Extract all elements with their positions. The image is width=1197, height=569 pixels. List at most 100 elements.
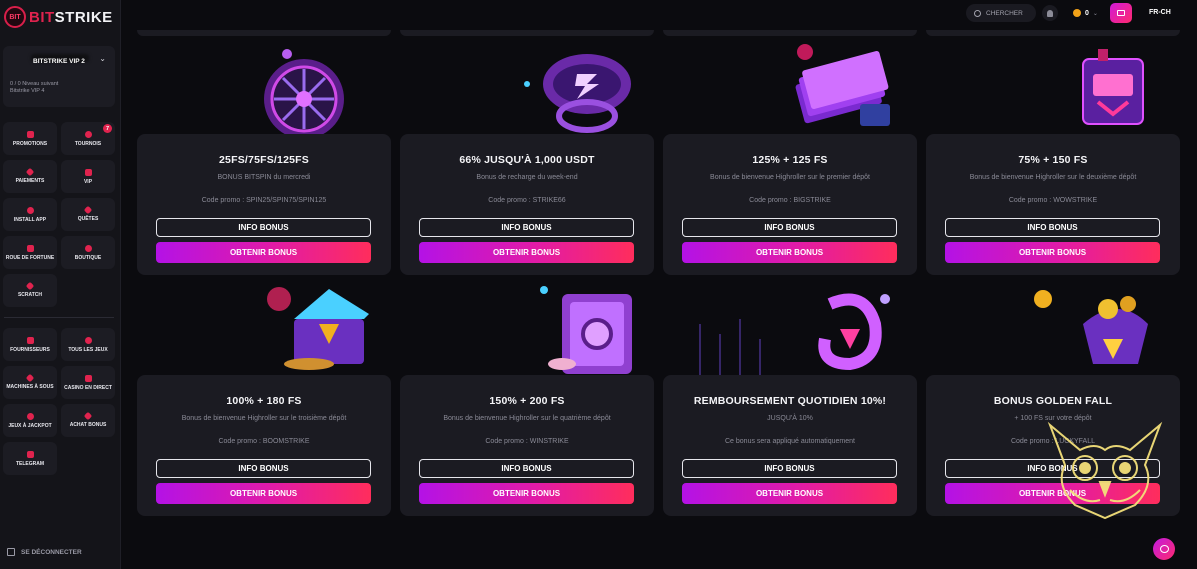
sidebar-item-qu-tes[interactable]: QUÊTES bbox=[61, 198, 115, 231]
language-selector[interactable]: FR-CH bbox=[1149, 9, 1171, 16]
vip-name: BITSTRIKE VIP 2 bbox=[33, 58, 85, 65]
bonus-artwork bbox=[154, 284, 374, 378]
sidebar-item-tous-les-jeux[interactable]: TOUS LES JEUX bbox=[61, 328, 115, 361]
get-bonus-button[interactable]: OBTENIR BONUS bbox=[945, 242, 1160, 263]
chevron-down-icon[interactable]: ⌄ bbox=[99, 54, 106, 63]
bell-icon bbox=[1047, 9, 1053, 17]
sidebar-item-fournisseurs[interactable]: FOURNISSEURS bbox=[3, 328, 57, 361]
owl-watermark bbox=[1047, 421, 1163, 520]
bonus-subtitle: JUSQU'À 10% bbox=[767, 415, 813, 422]
sidebar-item-label: JEUX À JACKPOT bbox=[8, 422, 52, 429]
balance-selector[interactable]: 0 ⌄ bbox=[1068, 4, 1104, 22]
promo-code: Code promo : WOWSTRIKE bbox=[1008, 197, 1098, 204]
chevron-down-icon: ⌄ bbox=[1092, 10, 1098, 17]
sidebar-item-label: CASINO EN DIRECT bbox=[64, 384, 112, 391]
get-bonus-button[interactable]: OBTENIR BONUS bbox=[156, 242, 371, 263]
get-bonus-button[interactable]: OBTENIR BONUS bbox=[682, 242, 897, 263]
vip-card[interactable]: BITSTRIKE VIP 2 ⌄ 0 / 0 Niveau suivant B… bbox=[3, 46, 115, 107]
site-logo[interactable]: BIT BITSTRIKE bbox=[4, 6, 113, 28]
bonus-card: REMBOURSEMENT QUOTIDIEN 10%! JUSQU'À 10% C… bbox=[663, 375, 917, 516]
notifications-button[interactable] bbox=[1042, 5, 1058, 21]
sidebar-item-label: VIP bbox=[83, 178, 93, 185]
sidebar-item-casino-en-direct[interactable]: CASINO EN DIRECT bbox=[61, 366, 115, 399]
sidebar-item-roue-de-fortune[interactable]: ROUE DE FORTUNE bbox=[3, 236, 57, 269]
vip-level-info: 0 / 0 Niveau suivant Bitstrike VIP 4 bbox=[10, 81, 59, 94]
get-bonus-button[interactable]: OBTENIR BONUS bbox=[419, 242, 634, 263]
logo-text: BITSTRIKE bbox=[29, 8, 113, 26]
sidebar-item-telegram[interactable]: TELEGRAM bbox=[3, 442, 57, 475]
info-bonus-button[interactable]: INFO BONUS bbox=[419, 218, 634, 237]
balance-value: 0 bbox=[1085, 9, 1089, 17]
bonus-artwork bbox=[943, 284, 1163, 378]
get-bonus-button[interactable]: OBTENIR BONUS bbox=[156, 483, 371, 504]
info-bonus-button[interactable]: INFO BONUS bbox=[419, 459, 634, 478]
bonus-artwork bbox=[154, 44, 374, 138]
promo-code: Ce bonus sera appliqué automatiquement bbox=[725, 438, 855, 445]
bonus-title: 125% + 125 FS bbox=[752, 154, 828, 166]
sidebar-item-label: INSTALL APP bbox=[13, 216, 47, 223]
card-edge bbox=[926, 30, 1180, 36]
sidebar-item-scratch[interactable]: SCRATCH bbox=[3, 274, 57, 307]
bonus-artwork bbox=[680, 284, 900, 378]
bonus-artwork bbox=[417, 44, 637, 138]
gift-icon bbox=[26, 130, 34, 138]
bonus-subtitle: Bonus de bienvenue Highroller sur le pre… bbox=[710, 174, 870, 181]
sidebar-item-label: ACHAT BONUS bbox=[69, 422, 107, 428]
bonus-subtitle: Bonus de recharge du week-end bbox=[476, 174, 578, 181]
logout-icon bbox=[7, 548, 15, 556]
bonus-card: 100% + 180 FS Bonus de bienvenue Highroll… bbox=[137, 375, 391, 516]
info-bonus-button[interactable]: INFO BONUS bbox=[945, 218, 1160, 237]
info-bonus-button[interactable]: INFO BONUS bbox=[682, 459, 897, 478]
get-bonus-button[interactable]: OBTENIR BONUS bbox=[682, 483, 897, 504]
wallet-icon bbox=[25, 167, 35, 177]
bonus-title: BONUS GOLDEN FALL bbox=[993, 395, 1113, 407]
sidebar-item-label: TOURNOIS bbox=[74, 140, 102, 147]
sidebar-item-label: SCRATCH bbox=[17, 292, 43, 298]
get-bonus-button[interactable]: OBTENIR BONUS bbox=[419, 483, 634, 504]
sidebar-item-jeux-jackpot[interactable]: JEUX À JACKPOT bbox=[3, 404, 57, 437]
sidebar-item-tournois[interactable]: TOURNOIS 7 bbox=[61, 122, 115, 155]
sidebar-item-boutique[interactable]: BOUTIQUE bbox=[61, 236, 115, 269]
bonus-artwork bbox=[943, 44, 1163, 138]
sidebar-item-paiements[interactable]: PAIEMENTS bbox=[3, 160, 57, 193]
promo-code: Code promo : WINSTRIKE bbox=[485, 438, 569, 445]
sidebar-item-label: BOUTIQUE bbox=[74, 254, 102, 261]
coin-icon bbox=[1073, 9, 1081, 17]
info-bonus-button[interactable]: INFO BONUS bbox=[682, 218, 897, 237]
crown-icon bbox=[84, 168, 92, 176]
bonus-title: 75% + 150 FS bbox=[1018, 154, 1088, 166]
wheel-icon bbox=[26, 244, 34, 252]
info-bonus-button[interactable]: INFO BONUS bbox=[156, 218, 371, 237]
sidebar-item-vip[interactable]: VIP bbox=[61, 160, 115, 193]
bonus-subtitle: BONUS BITSPIN du mercredi bbox=[217, 174, 311, 181]
sidebar: BIT BITSTRIKE BITSTRIKE VIP 2 ⌄ 0 / 0 Ni… bbox=[0, 0, 121, 569]
bonus-subtitle: Bonus de bienvenue Highroller sur le qua… bbox=[443, 415, 611, 422]
promo-code: Code promo : BIGSTRIKE bbox=[749, 197, 831, 204]
bonus-subtitle: Bonus de bienvenue Highroller sur le tro… bbox=[181, 415, 347, 422]
sidebar-item-label: PROMOTIONS bbox=[12, 140, 48, 147]
bonus-title: 100% + 180 FS bbox=[226, 395, 302, 407]
wallet-icon bbox=[1117, 10, 1125, 16]
wallet-button[interactable] bbox=[1110, 3, 1132, 23]
card-edge bbox=[663, 30, 917, 36]
sidebar-item-install-app[interactable]: INSTALL APP bbox=[3, 198, 57, 231]
bonus-title: 25FS/75FS/125FS bbox=[219, 154, 309, 166]
download-icon bbox=[26, 206, 34, 214]
logout-button[interactable]: SE DÉCONNECTER bbox=[7, 548, 82, 556]
promo-code: Code promo : BOOMSTRIKE bbox=[218, 438, 310, 445]
info-bonus-button[interactable]: INFO BONUS bbox=[156, 459, 371, 478]
search-bar[interactable] bbox=[966, 4, 1036, 22]
sidebar-item-label: TOUS LES JEUX bbox=[68, 346, 108, 353]
sidebar-item-promotions[interactable]: PROMOTIONS bbox=[3, 122, 57, 155]
card-edge bbox=[137, 30, 391, 36]
sidebar-item-achat-bonus[interactable]: ACHAT BONUS bbox=[61, 404, 115, 437]
cart-icon bbox=[83, 411, 93, 421]
bonus-artwork bbox=[417, 284, 637, 378]
chat-button[interactable] bbox=[1153, 538, 1175, 560]
card-edge bbox=[400, 30, 654, 36]
slot-icon bbox=[25, 373, 35, 383]
search-input[interactable] bbox=[986, 9, 1034, 17]
sidebar-item-machines-sous[interactable]: MACHINES À SOUS bbox=[3, 366, 57, 399]
sidebar-item-label: ROUE DE FORTUNE bbox=[5, 254, 55, 261]
trophy-icon bbox=[84, 130, 92, 138]
